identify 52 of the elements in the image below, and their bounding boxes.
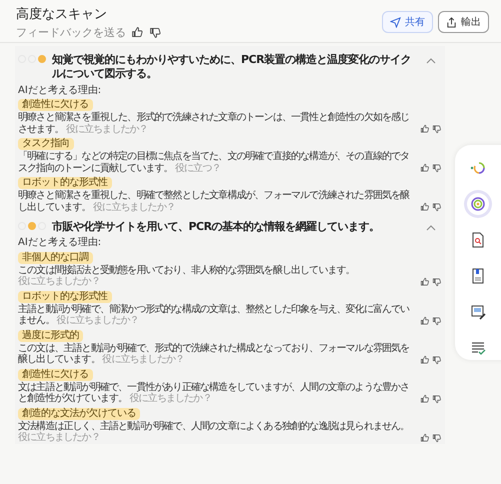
thumbs-up-icon[interactable] bbox=[420, 276, 430, 287]
thumbs-down-icon[interactable] bbox=[432, 202, 442, 212]
thumbs-down-icon[interactable] bbox=[432, 394, 442, 404]
thumbs-up-icon[interactable] bbox=[420, 202, 430, 212]
doc-search-icon bbox=[470, 232, 486, 248]
reason-tag: タスク指向 bbox=[18, 138, 74, 150]
list-icon bbox=[470, 340, 486, 356]
reason-text: この文は、主語と動詞が明確で、形式的で洗練された構成となっており、フォーマルな雰囲気を醸し出しています。 役に立ちましたか？ bbox=[18, 342, 410, 366]
chevron-up-icon[interactable] bbox=[426, 56, 436, 66]
reasons-label: AIだと考える理由: bbox=[18, 84, 102, 98]
thumbs-down-icon[interactable] bbox=[432, 163, 442, 174]
reason-text: 文法構造は正しく、主語と動詞が明確で、人間の文章によくある独創的な逸脱は見られません。 役に立ちましたか？ bbox=[18, 420, 410, 444]
reason-tag: 創造性に欠ける bbox=[18, 368, 92, 381]
reason-tag: 過度に形式的 bbox=[18, 330, 83, 342]
reason-tag: 非個人的な口調 bbox=[18, 252, 92, 264]
section-title: 市販や化学サイトを用いて、PCRの基本的な情報を網羅しています。 bbox=[52, 220, 381, 234]
feedback-label: フィードバックを送る bbox=[16, 25, 126, 40]
thumbs-down-icon[interactable] bbox=[432, 124, 442, 134]
book-icon bbox=[470, 268, 486, 284]
tool-button[interactable] bbox=[467, 193, 489, 215]
reason-text: 明瞭さと簡潔さを重視した、形式的で洗練された文章のトーンは、一貫性と創造性の欠如を感じさせます。 役に立ちましたか？ bbox=[18, 112, 410, 136]
reason-text: この文は間接話法と受動態を用いており、非人称的な雰囲気を醸し出しています。 役に立ちましたか？ bbox=[18, 264, 356, 288]
section-title: 知覚で視覚的にもわかりやすいために、PCR装置の構造と温度変化のサイクルについて図示する。 bbox=[52, 53, 412, 82]
page-title: 高度なスキャン bbox=[16, 6, 108, 23]
reason-tag: ロボット的な形式性 bbox=[18, 177, 112, 190]
thumbs-up-icon[interactable] bbox=[420, 163, 430, 174]
thumbs-down-icon[interactable] bbox=[432, 354, 442, 365]
thumbs-up-icon[interactable] bbox=[420, 394, 430, 404]
reason-text: 「明確にする」などの特定の目標に焦点を当てた、文の明確で直接的な構造が、その直線的でタスク指向のトーンに貢献しています。 役に立つ？ bbox=[18, 151, 410, 174]
reasons-label: AIだと考える理由: bbox=[18, 237, 102, 250]
reason-tag: ロボット的な形式性 bbox=[18, 290, 112, 303]
reason-tag: 創造性に欠ける bbox=[18, 99, 92, 112]
reason-tag: 創造的な文法が欠けている bbox=[18, 408, 140, 420]
thumbs-up-icon[interactable] bbox=[420, 432, 430, 443]
share-button[interactable]: 共有 bbox=[382, 11, 433, 33]
scan-icon bbox=[470, 196, 486, 212]
reason-text: 主語と動詞が明確で、簡潔かつ形式的な構成の文章は、整然とした印象を与え、変化に富んでいません。 役に立ちましたか？ bbox=[18, 304, 410, 327]
ring-icon bbox=[470, 160, 486, 176]
reason-text: 明瞭さと簡潔さを重視した、明確で整然とした文章構成が、フォーマルで洗練された雰囲気を醸し出しています。 役に立ちましたか？ bbox=[18, 190, 410, 214]
thumbs-down-icon[interactable] bbox=[432, 316, 442, 326]
thumbs-up-icon[interactable] bbox=[420, 354, 430, 365]
thumbs-down-icon[interactable] bbox=[149, 26, 162, 39]
export-button[interactable]: 輸出 bbox=[438, 11, 489, 33]
thumbs-up-icon[interactable] bbox=[420, 316, 430, 326]
reason-text: 文は主語と動詞が明確で、一貫性があり正確な構造をしていますが、人間の文章のような豊かさと創造性が欠けています。 役に立ちましたか？ bbox=[18, 382, 410, 405]
thumbs-up-icon[interactable] bbox=[131, 26, 144, 39]
thumbs-down-icon[interactable] bbox=[432, 432, 442, 443]
edit-icon bbox=[470, 304, 486, 320]
upload-icon bbox=[446, 16, 457, 28]
thumbs-up-icon[interactable] bbox=[420, 124, 430, 134]
thumbs-down-icon[interactable] bbox=[432, 276, 442, 287]
send-icon bbox=[390, 16, 401, 28]
